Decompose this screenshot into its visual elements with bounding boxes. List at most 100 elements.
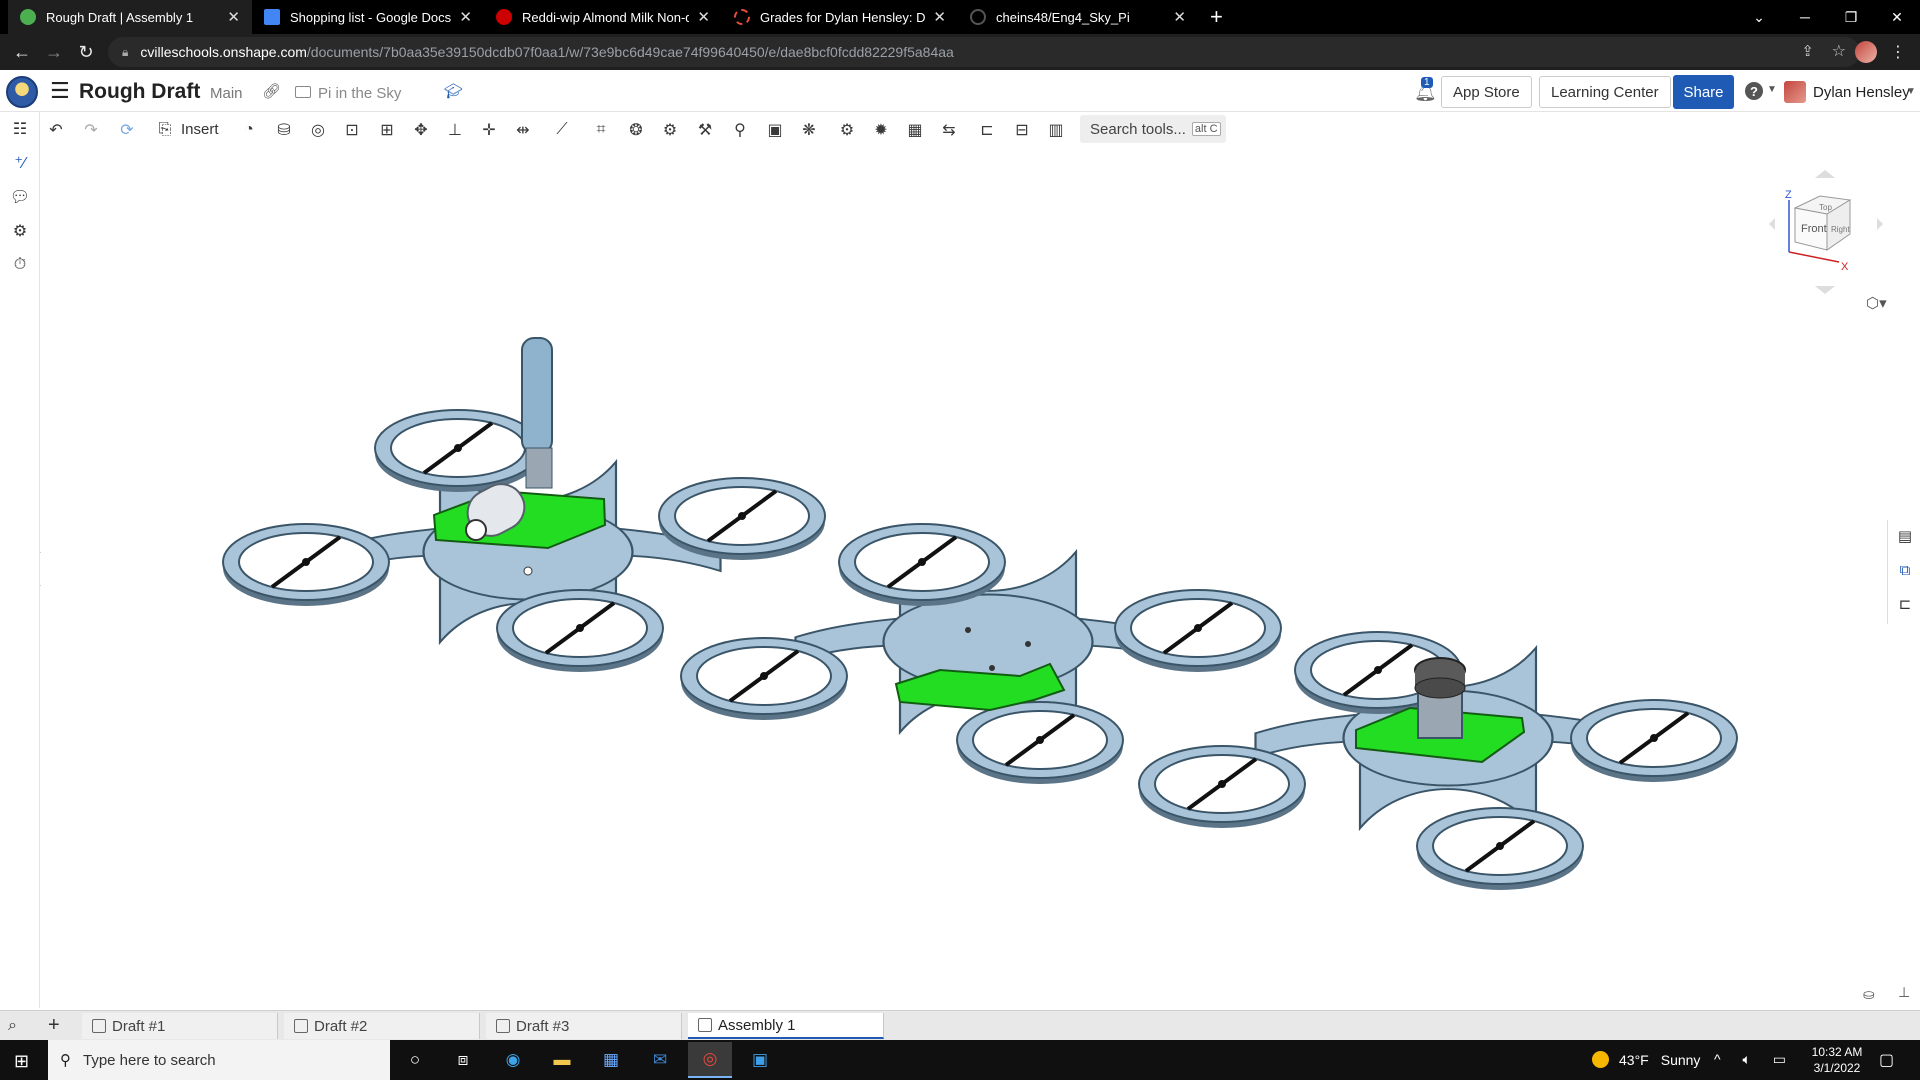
- rack-pinion-icon[interactable]: ⚒: [694, 119, 716, 141]
- cortana-icon[interactable]: ○: [402, 1047, 428, 1073]
- learning-center-button[interactable]: Learning Center: [1539, 76, 1671, 108]
- add-element-icon[interactable]: +: [48, 1014, 60, 1037]
- mate-connector-icon[interactable]: ⌗: [590, 119, 612, 141]
- photos-icon[interactable]: ▣: [747, 1047, 773, 1073]
- edge-icon[interactable]: ◉: [500, 1047, 526, 1073]
- ball-mate-icon[interactable]: ✛: [478, 119, 500, 141]
- group-icon[interactable]: ❂: [625, 119, 647, 141]
- cylindrical-mate-icon[interactable]: ⊞: [376, 119, 398, 141]
- windows-start-icon[interactable]: ⊞: [14, 1051, 29, 1072]
- close-tab-icon[interactable]: ✕: [227, 8, 240, 26]
- close-tab-icon[interactable]: ✕: [697, 8, 710, 26]
- view-options-cube-icon[interactable]: ⬡▾: [1866, 294, 1887, 312]
- section-view-icon[interactable]: ⇆: [938, 119, 960, 141]
- graduation-cap-icon[interactable]: 🎓︎: [444, 82, 463, 100]
- revolute-mate-icon[interactable]: ◎: [307, 119, 329, 141]
- add-instance-icon[interactable]: ⁺⁄: [9, 152, 31, 174]
- chevron-down-icon[interactable]: ▼: [1767, 84, 1777, 95]
- user-avatar[interactable]: [1784, 81, 1806, 103]
- redo-icon[interactable]: ↷: [80, 119, 102, 141]
- appearance-icon[interactable]: ⧉: [1895, 560, 1915, 580]
- chevron-up-icon[interactable]: ^: [1714, 1051, 1721, 1067]
- view-cube-top-label[interactable]: Top: [1819, 203, 1832, 212]
- tangent-mate-icon[interactable]: ⟋: [551, 119, 573, 141]
- bookmark-star-icon[interactable]: ☆: [1832, 41, 1846, 61]
- document-title[interactable]: Rough Draft: [79, 80, 200, 104]
- close-tab-icon[interactable]: ✕: [1173, 8, 1186, 26]
- weather-widget[interactable]: 43°F Sunny: [1592, 1051, 1700, 1068]
- file-explorer-icon[interactable]: ▬: [549, 1047, 575, 1073]
- tab-draft-1[interactable]: Draft #1: [82, 1013, 278, 1039]
- replicate-pattern-icon[interactable]: ⚙: [836, 119, 858, 141]
- tab-draft-2[interactable]: Draft #2: [284, 1013, 480, 1039]
- browser-tab-reddi-wip[interactable]: Reddi-wip Almond Milk Non-dai ✕: [484, 0, 722, 34]
- browser-tab-github[interactable]: cheins48/Eng4_Sky_Pi ✕: [958, 0, 1198, 34]
- close-tab-icon[interactable]: ✕: [459, 8, 472, 26]
- explode-icon[interactable]: ▦: [904, 119, 926, 141]
- insert-icon[interactable]: ⎘: [154, 119, 176, 141]
- network-icon[interactable]: ▭: [1773, 1051, 1786, 1067]
- view-cube-right-label[interactable]: Right: [1831, 225, 1850, 234]
- forward-icon[interactable]: →: [42, 40, 66, 64]
- properties-icon[interactable]: ▤: [1895, 526, 1915, 546]
- share-button[interactable]: Share: [1673, 75, 1734, 109]
- tab-draft-3[interactable]: Draft #3: [486, 1013, 682, 1039]
- browser-tab-shopping-list[interactable]: Shopping list - Google Docs ✕: [252, 0, 484, 34]
- refresh-icon[interactable]: ⟳: [116, 119, 138, 141]
- close-tab-icon[interactable]: ✕: [933, 8, 946, 26]
- tab-assembly-1[interactable]: Assembly 1: [688, 1013, 884, 1039]
- back-icon[interactable]: ←: [10, 40, 34, 64]
- parts-icon[interactable]: ⚙: [9, 220, 31, 242]
- comments-icon[interactable]: 💬︎: [9, 186, 31, 208]
- tab-search-icon[interactable]: ⌄: [1736, 0, 1782, 34]
- reload-icon[interactable]: ↻: [74, 40, 98, 64]
- drone-frame-2[interactable]: [679, 522, 1283, 786]
- pin-slot-mate-icon[interactable]: ✥: [410, 119, 432, 141]
- task-view-icon[interactable]: ⧈: [450, 1047, 476, 1073]
- slider-mate-icon[interactable]: ⊡: [341, 119, 363, 141]
- undo-icon[interactable]: ↶: [45, 119, 67, 141]
- feature-list-icon[interactable]: ☷: [9, 118, 31, 140]
- linear-relation-icon[interactable]: ▣: [764, 119, 786, 141]
- gear-relation-icon[interactable]: ⚙: [659, 119, 681, 141]
- assembly-model[interactable]: [41, 146, 1887, 1010]
- measure-icon[interactable]: ⊏: [976, 119, 998, 141]
- versions-history-icon[interactable]: ⏱︎: [9, 254, 31, 276]
- view-cube-front-label[interactable]: Front: [1801, 223, 1827, 235]
- insert-button[interactable]: Insert: [181, 121, 219, 138]
- render-mode-icon[interactable]: ⛀: [1863, 986, 1875, 1003]
- taskbar-clock[interactable]: 10:32 AM 3/1/2022: [1805, 1044, 1869, 1076]
- store-icon[interactable]: ▦: [598, 1047, 624, 1073]
- replicate-icon[interactable]: ◔: [238, 119, 260, 141]
- hamburger-menu-icon[interactable]: ☰: [50, 78, 70, 104]
- mail-icon[interactable]: ✉: [647, 1047, 673, 1073]
- url-field[interactable]: 🔒︎ cvilleschools.onshape.com/documents/7…: [108, 37, 1860, 67]
- app-store-button[interactable]: App Store: [1441, 76, 1532, 108]
- new-tab-button[interactable]: +: [1210, 4, 1223, 30]
- minimize-icon[interactable]: ─: [1782, 0, 1828, 34]
- action-center-icon[interactable]: ▢: [1879, 1050, 1894, 1070]
- 3d-viewport[interactable]: Top Front Right Z X ⬡▾ ⛀ ⊥: [41, 146, 1910, 1010]
- workspace-branch[interactable]: Main: [210, 85, 243, 102]
- limits-icon[interactable]: ❋: [798, 119, 820, 141]
- browser-tab-rough-draft[interactable]: Rough Draft | Assembly 1 ✕: [8, 0, 252, 34]
- drone-frame-1[interactable]: [221, 337, 827, 674]
- search-tabs-icon[interactable]: ⌕: [8, 1017, 17, 1035]
- screw-relation-icon[interactable]: ⚲: [729, 119, 751, 141]
- fasten-mate-icon[interactable]: ⛁: [273, 119, 295, 141]
- display-states-icon[interactable]: ▥: [1045, 119, 1067, 141]
- search-tools-field[interactable]: Search tools... alt C: [1080, 115, 1226, 143]
- profile-avatar[interactable]: [1855, 41, 1877, 63]
- browser-menu-icon[interactable]: ⋮: [1886, 40, 1910, 64]
- share-page-icon[interactable]: ⇪: [1801, 42, 1814, 60]
- restore-icon[interactable]: ❐: [1828, 0, 1874, 34]
- volume-icon[interactable]: 🔈︎: [1742, 1051, 1750, 1067]
- taskbar-search-field[interactable]: ⚲ Type here to search: [48, 1040, 390, 1080]
- chevron-down-icon[interactable]: ▼: [1906, 86, 1916, 97]
- mate-values-icon[interactable]: ✹: [870, 119, 892, 141]
- close-window-icon[interactable]: ✕: [1874, 0, 1920, 34]
- drone-frame-3[interactable]: [1137, 630, 1739, 892]
- bom-icon[interactable]: ⊏: [1895, 594, 1915, 614]
- folder-name[interactable]: Pi in the Sky: [318, 85, 401, 102]
- link-icon[interactable]: 🔗︎: [262, 82, 281, 100]
